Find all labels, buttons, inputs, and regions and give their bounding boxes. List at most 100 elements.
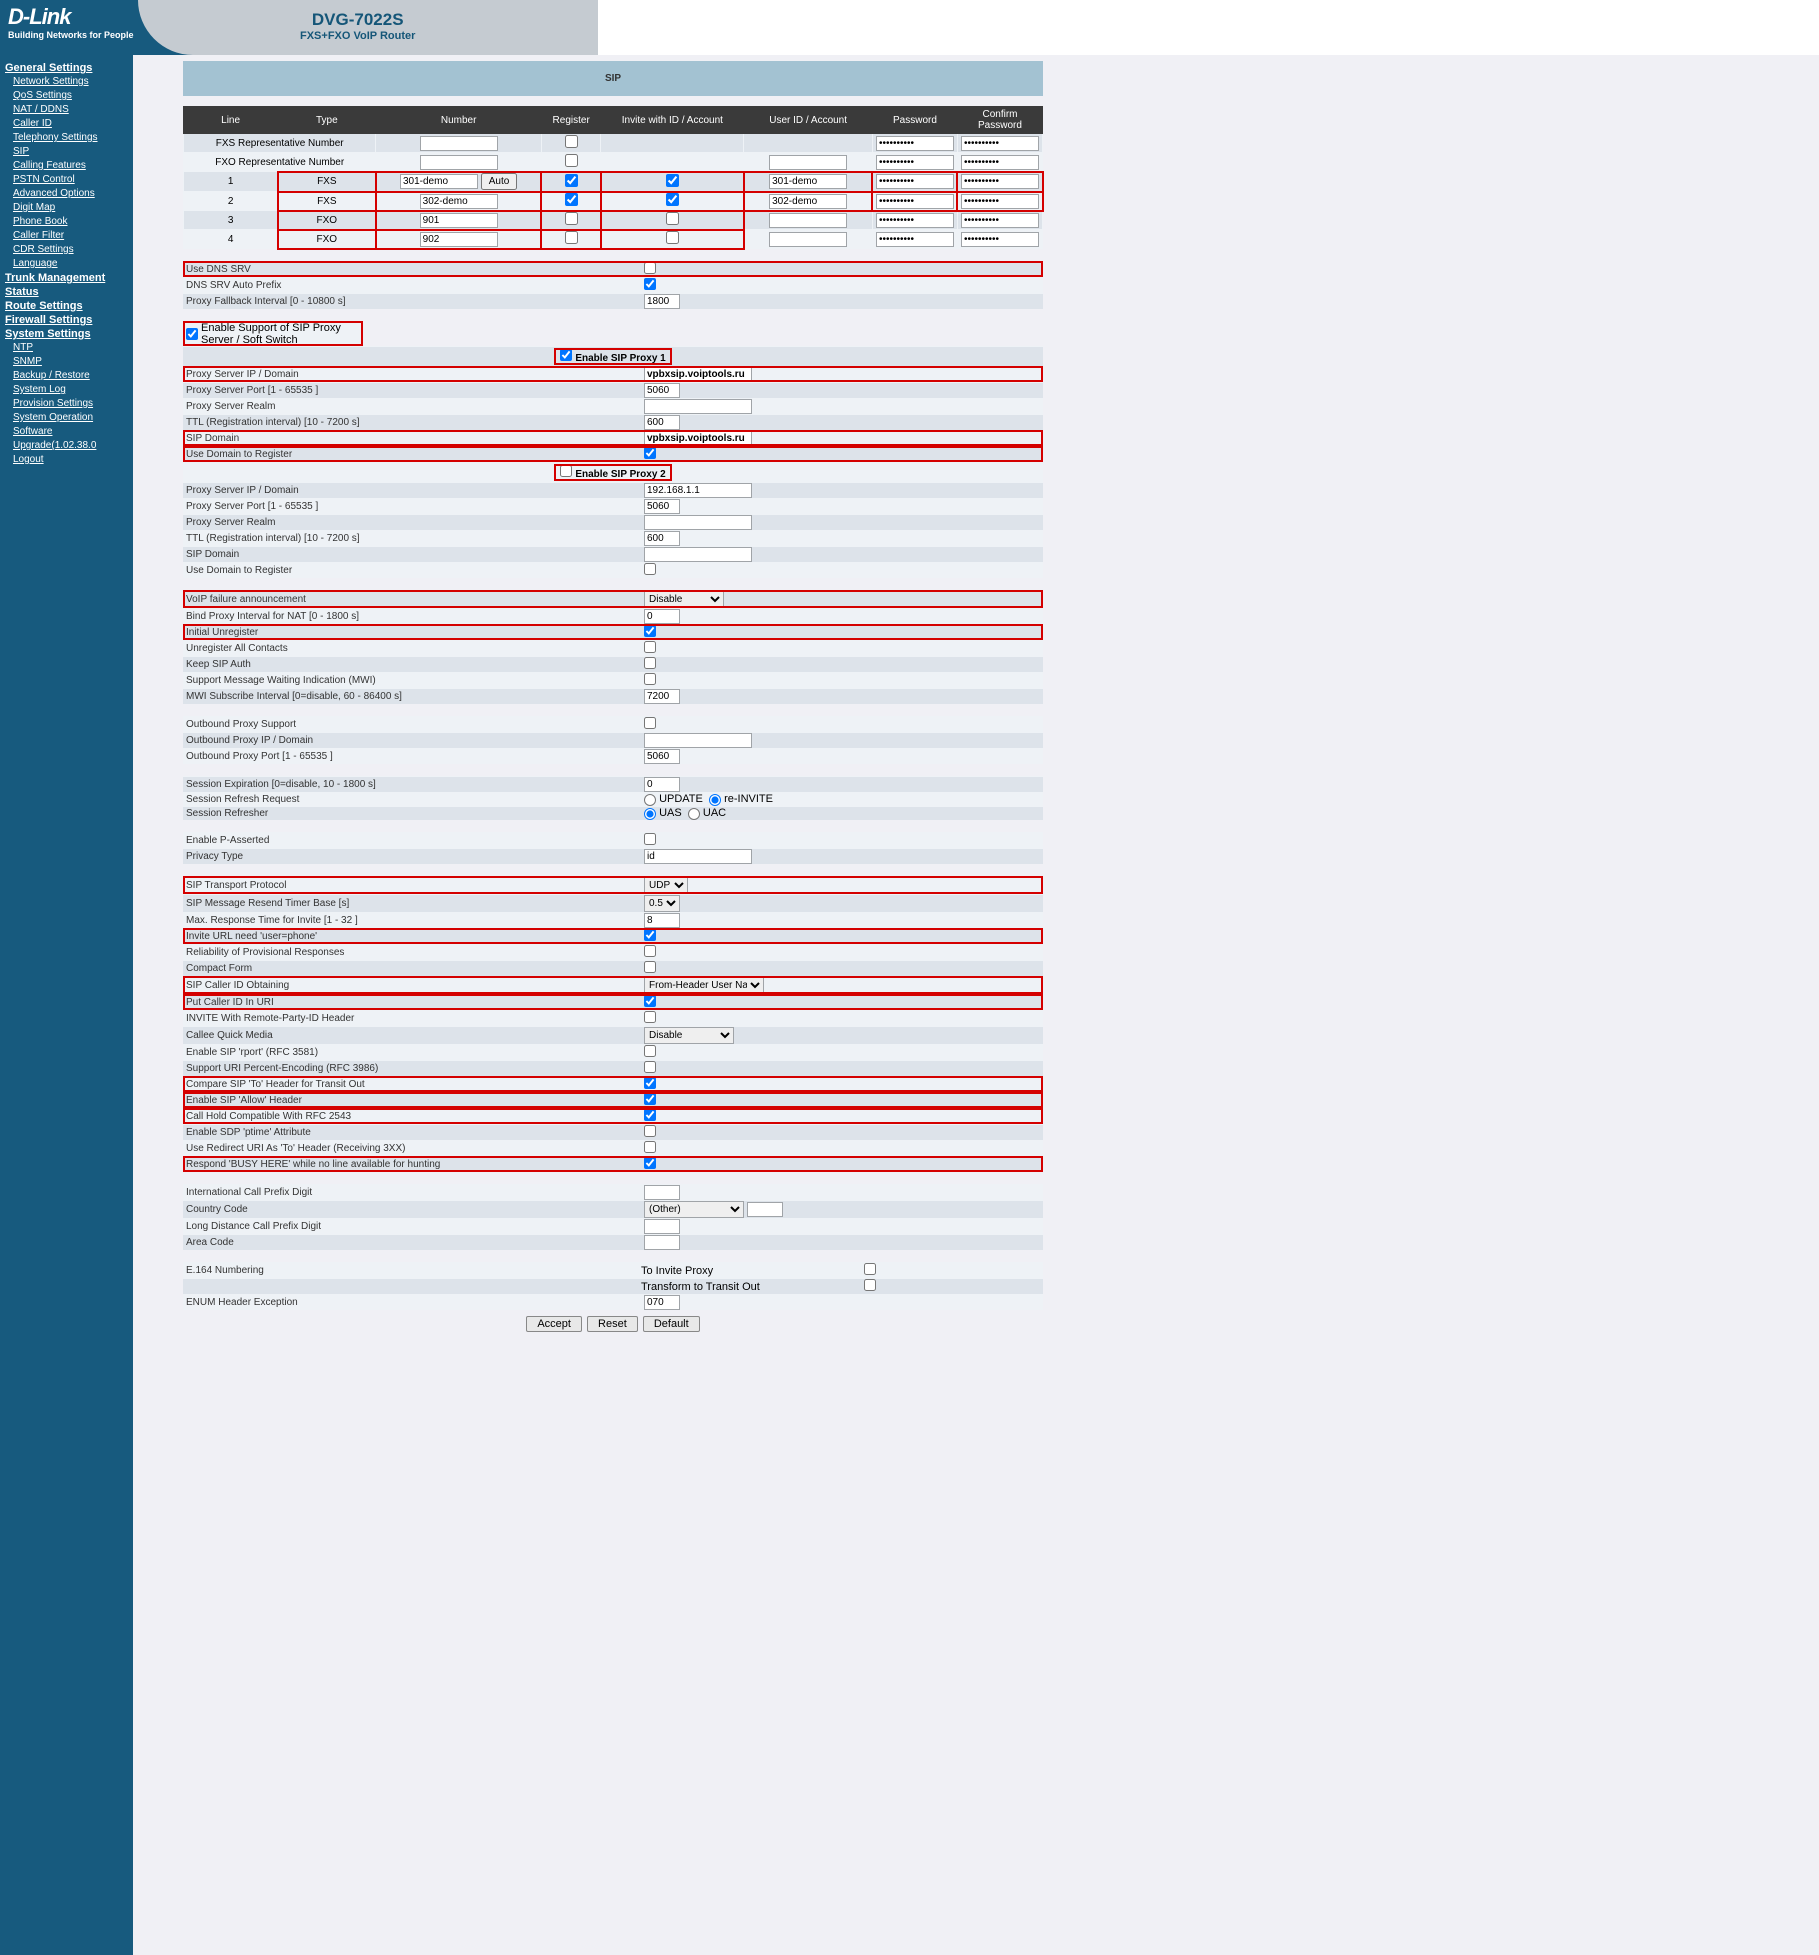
- nav-caller-filter[interactable]: Caller Filter: [5, 229, 133, 243]
- inp-proxy2-realm[interactable]: [644, 515, 752, 530]
- fxo-rep-register[interactable]: [565, 154, 578, 167]
- nav-system-operation[interactable]: System Operation: [5, 411, 133, 425]
- radio-update[interactable]: [644, 794, 656, 806]
- line-2-number[interactable]: [420, 194, 498, 209]
- line-4-invite[interactable]: [666, 231, 679, 244]
- fxo-rep-uid[interactable]: [769, 155, 847, 170]
- line-2-invite[interactable]: [666, 193, 679, 206]
- line-4-number[interactable]: [420, 232, 498, 247]
- inp-session-exp[interactable]: [644, 777, 680, 792]
- cb-enable-proxy-support[interactable]: [186, 328, 198, 340]
- inp-mwi-interval[interactable]: [644, 689, 680, 704]
- nav-cdr-settings[interactable]: CDR Settings: [5, 243, 133, 257]
- nav-provision[interactable]: Provision Settings: [5, 397, 133, 411]
- cb-unreg-all[interactable]: [644, 641, 656, 653]
- cb-enable-sdp-ptime[interactable]: [644, 1125, 656, 1137]
- inp-proxy2-ttl[interactable]: [644, 531, 680, 546]
- sel-sip-resend[interactable]: 0.5: [644, 895, 680, 912]
- cb-enable-passerted[interactable]: [644, 833, 656, 845]
- fxs-rep-pw[interactable]: [876, 136, 954, 151]
- nav-status[interactable]: Status: [5, 285, 133, 299]
- cb-keep-sip-auth[interactable]: [644, 657, 656, 669]
- inp-area-code[interactable]: [644, 1235, 680, 1250]
- default-button[interactable]: Default: [643, 1316, 700, 1332]
- accept-button[interactable]: Accept: [526, 1316, 582, 1332]
- cb-reliability-prov[interactable]: [644, 945, 656, 957]
- radio-uac[interactable]: [688, 808, 700, 820]
- nav-software-upgrade[interactable]: Software Upgrade(1.02.38.0: [5, 425, 133, 453]
- inp-outbound-ip[interactable]: [644, 733, 752, 748]
- nav-advanced-options[interactable]: Advanced Options: [5, 187, 133, 201]
- line-3-register[interactable]: [565, 212, 578, 225]
- nav-trunk[interactable]: Trunk Management: [5, 271, 133, 285]
- fxs-rep-number[interactable]: [420, 136, 498, 151]
- fxo-rep-pw[interactable]: [876, 155, 954, 170]
- nav-snmp[interactable]: SNMP: [5, 355, 133, 369]
- line-1-register[interactable]: [565, 174, 578, 187]
- sel-callee-quick[interactable]: Disable: [644, 1027, 734, 1044]
- cb-invite-url[interactable]: [644, 929, 656, 941]
- nav-general[interactable]: General Settings: [5, 61, 133, 75]
- line-1-pw[interactable]: [876, 174, 954, 189]
- line-3-invite[interactable]: [666, 212, 679, 225]
- line-4-pw[interactable]: [876, 232, 954, 247]
- cb-compact-form[interactable]: [644, 961, 656, 973]
- cb-support-uri-pct[interactable]: [644, 1061, 656, 1073]
- inp-outbound-port[interactable]: [644, 749, 680, 764]
- sel-sip-caller-obtain[interactable]: From-Header User Name: [644, 977, 764, 994]
- line-4-register[interactable]: [565, 231, 578, 244]
- line-2-cpw[interactable]: [961, 194, 1039, 209]
- cb-call-hold-2543[interactable]: [644, 1109, 656, 1121]
- fxo-rep-cpw[interactable]: [961, 155, 1039, 170]
- nav-telephony[interactable]: Telephony Settings: [5, 131, 133, 145]
- fxs-rep-register[interactable]: [565, 135, 578, 148]
- sel-country-code[interactable]: (Other): [644, 1201, 744, 1218]
- inp-proxy-fallback[interactable]: [644, 294, 680, 309]
- inp-enum-header[interactable]: [644, 1295, 680, 1310]
- line-2-uid[interactable]: [769, 194, 847, 209]
- nav-phone-book[interactable]: Phone Book: [5, 215, 133, 229]
- nav-route[interactable]: Route Settings: [5, 299, 133, 313]
- nav-nat-ddns[interactable]: NAT / DDNS: [5, 103, 133, 117]
- line-1-uid[interactable]: [769, 174, 847, 189]
- inp-proxy2-ip[interactable]: [644, 483, 752, 498]
- cb-initial-unreg[interactable]: [644, 625, 656, 637]
- inp-proxy1-ip[interactable]: [644, 367, 752, 382]
- inp-proxy2-port[interactable]: [644, 499, 680, 514]
- inp-proxy1-ttl[interactable]: [644, 415, 680, 430]
- cb-respond-busy[interactable]: [644, 1157, 656, 1169]
- cb-mwi-support[interactable]: [644, 673, 656, 685]
- cb-use-redirect-uri[interactable]: [644, 1141, 656, 1153]
- inp-intl-prefix[interactable]: [644, 1185, 680, 1200]
- fxs-rep-cpw[interactable]: [961, 136, 1039, 151]
- nav-qos-settings[interactable]: QoS Settings: [5, 89, 133, 103]
- inp-country-code[interactable]: [747, 1202, 783, 1217]
- line-3-uid[interactable]: [769, 213, 847, 228]
- nav-sip[interactable]: SIP: [5, 145, 133, 159]
- nav-logout[interactable]: Logout: [5, 453, 133, 467]
- cb-outbound-support[interactable]: [644, 717, 656, 729]
- nav-system-log[interactable]: System Log: [5, 383, 133, 397]
- line-3-cpw[interactable]: [961, 213, 1039, 228]
- cb-enable-sip-proxy2[interactable]: [560, 465, 572, 477]
- nav-ntp[interactable]: NTP: [5, 341, 133, 355]
- cb-proxy2-usedomain[interactable]: [644, 563, 656, 575]
- reset-button[interactable]: Reset: [587, 1316, 638, 1332]
- nav-system[interactable]: System Settings: [5, 327, 133, 341]
- cb-use-dns-srv[interactable]: [644, 262, 656, 274]
- nav-firewall[interactable]: Firewall Settings: [5, 313, 133, 327]
- fxo-rep-number[interactable]: [420, 155, 498, 170]
- inp-long-dist[interactable]: [644, 1219, 680, 1234]
- inp-proxy1-realm[interactable]: [644, 399, 752, 414]
- line-1-invite[interactable]: [666, 174, 679, 187]
- cb-enable-rport[interactable]: [644, 1045, 656, 1057]
- inp-max-response[interactable]: [644, 913, 680, 928]
- radio-uas[interactable]: [644, 808, 656, 820]
- line-4-uid[interactable]: [769, 232, 847, 247]
- line-1-cpw[interactable]: [961, 174, 1039, 189]
- line-3-pw[interactable]: [876, 213, 954, 228]
- radio-reinvite[interactable]: [709, 794, 721, 806]
- nav-caller-id[interactable]: Caller ID: [5, 117, 133, 131]
- cb-compare-to[interactable]: [644, 1077, 656, 1089]
- cb-to-invite[interactable]: [864, 1263, 876, 1275]
